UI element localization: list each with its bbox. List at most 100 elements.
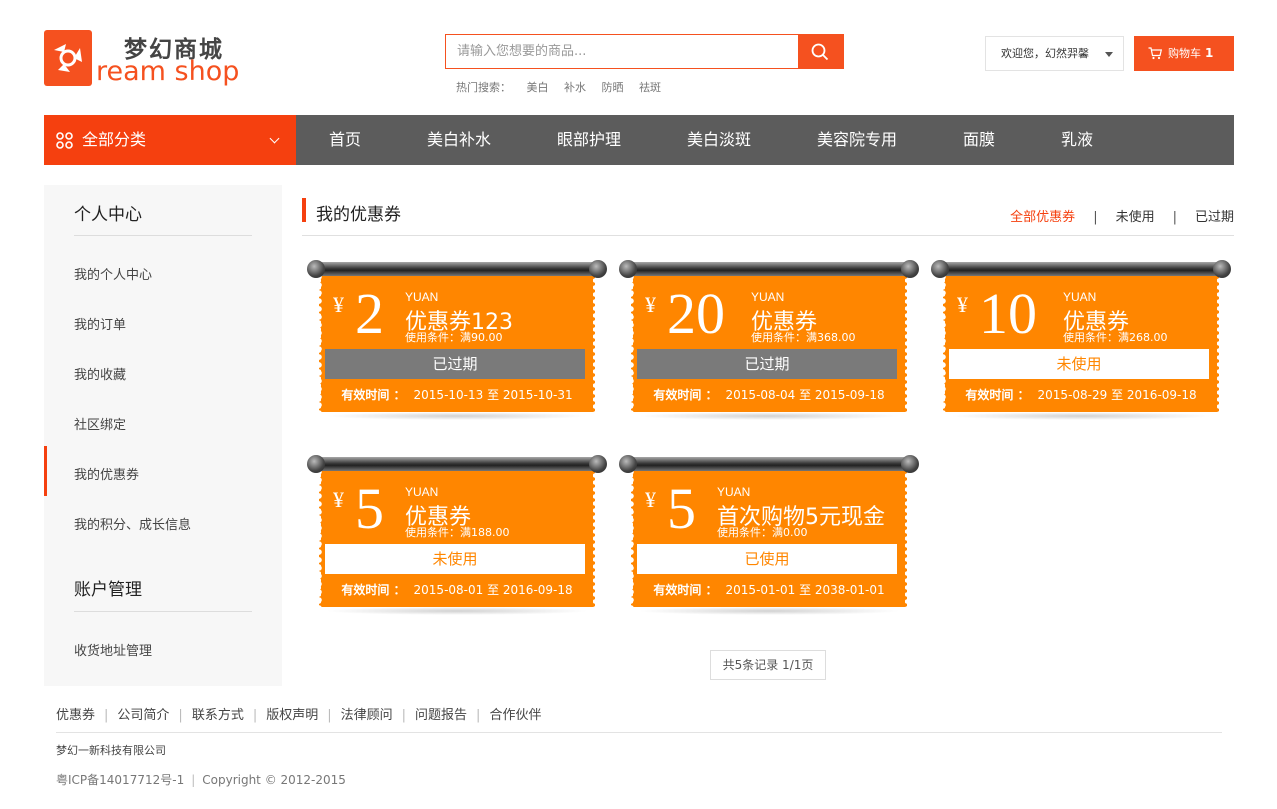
coupon-currency: ¥ xyxy=(333,487,344,512)
coupon-body: ¥ 20 YUAN 优惠券 使用条件：满368.00 已过期 有效时间 ： 201… xyxy=(629,270,909,412)
sidebar-section-title: 账户管理 xyxy=(74,580,142,600)
sidebar: 个人中心 我的个人中心 我的订单 我的收藏 社区绑定 我的优惠券 我的积分、成长… xyxy=(44,185,282,686)
coupon-rod xyxy=(619,455,919,473)
hot-search: 热门搜索： 美白 补水 防晒 祛斑 xyxy=(456,79,673,95)
coupon-unit: YUAN xyxy=(405,485,439,499)
coupon-amount: 5 xyxy=(355,476,384,541)
validity-label: 有效时间 ： xyxy=(341,583,406,597)
chevron-down-icon xyxy=(269,133,280,144)
search-icon xyxy=(811,43,829,61)
footer-link[interactable]: 问题报告 xyxy=(415,708,467,723)
coupon-unit: YUAN xyxy=(1063,290,1097,304)
coupon-body: ¥ 5 YUAN 优惠券 使用条件：满188.00 未使用 有效时间 ： 2015… xyxy=(317,465,597,607)
nav-item-salon[interactable]: 美容院专用 xyxy=(817,115,897,165)
coupon-status[interactable]: 未使用 xyxy=(325,544,585,574)
coupon-condition: 使用条件：满268.00 xyxy=(1063,331,1168,344)
coupon-currency: ¥ xyxy=(333,292,344,317)
active-indicator xyxy=(44,446,47,496)
validity-range: 2015-08-04 至 2015-09-18 xyxy=(725,388,885,402)
nav-item-home[interactable]: 首页 xyxy=(329,115,361,165)
hot-keyword[interactable]: 美白 xyxy=(527,81,549,94)
coupon-body: ¥ 2 YUAN 优惠券123 使用条件：满90.00 已过期 有效时间 ： 20… xyxy=(317,270,597,412)
hot-keyword[interactable]: 防晒 xyxy=(602,81,624,94)
coupon-validity: 有效时间 ： 2015-01-01 至 2038-01-01 xyxy=(631,581,907,598)
filter-unused[interactable]: 未使用 xyxy=(1116,210,1155,225)
footer-link[interactable]: 合作伙伴 xyxy=(489,708,541,723)
coupon-rod xyxy=(931,260,1231,278)
icp-number: 粤ICP备14017712号-1 xyxy=(56,773,185,787)
coupon-rod xyxy=(307,260,607,278)
validity-range: 2015-08-29 至 2016-09-18 xyxy=(1037,388,1197,402)
all-categories-button[interactable]: 全部分类 xyxy=(44,115,296,165)
nav-item-lotion[interactable]: 乳液 xyxy=(1061,115,1093,165)
footer-link[interactable]: 公司简介 xyxy=(117,708,169,723)
coupon-status[interactable]: 已过期 xyxy=(325,349,585,379)
coupon-condition: 使用条件：满90.00 xyxy=(405,331,503,344)
nav-item-whitening-hydration[interactable]: 美白补水 xyxy=(427,115,491,165)
title-accent xyxy=(302,198,306,222)
coupon-status[interactable]: 已过期 xyxy=(637,349,897,379)
cart-button[interactable]: 购物车 1 xyxy=(1134,36,1234,71)
user-menu[interactable]: 欢迎您，幻然羿馨 xyxy=(985,36,1124,71)
coupon-currency: ¥ xyxy=(645,292,656,317)
validity-label: 有效时间 ： xyxy=(653,388,718,402)
validity-range: 2015-01-01 至 2038-01-01 xyxy=(725,583,885,597)
logo-mark-icon xyxy=(44,30,92,86)
divider xyxy=(56,732,1222,733)
coupon-status[interactable]: 未使用 xyxy=(949,349,1209,379)
filter-all[interactable]: 全部优惠券 xyxy=(1010,210,1075,225)
page-title: 我的优惠券 xyxy=(316,205,401,225)
footer-link[interactable]: 版权声明 xyxy=(266,708,318,723)
coupon-currency: ¥ xyxy=(957,292,968,317)
search-input[interactable] xyxy=(446,35,800,68)
coupon-card: ¥ 5 YUAN 优惠券 使用条件：满188.00 未使用 有效时间 ： 2015… xyxy=(307,455,607,615)
footer-link[interactable]: 法律顾问 xyxy=(341,708,393,723)
footer-link[interactable]: 联系方式 xyxy=(192,708,244,723)
company-name: 梦幻一新科技有限公司 xyxy=(56,744,166,757)
validity-label: 有效时间 ： xyxy=(965,388,1030,402)
coupon-rod xyxy=(619,260,919,278)
sidebar-item-coupons[interactable]: 我的优惠券 xyxy=(74,464,139,483)
hot-keyword[interactable]: 祛斑 xyxy=(639,81,661,94)
footer-link[interactable]: 优惠券 xyxy=(56,708,95,723)
coupon-unit: YUAN xyxy=(751,290,785,304)
filter-expired[interactable]: 已过期 xyxy=(1195,210,1234,225)
logo-text-en: ream shop xyxy=(96,56,240,87)
cart-label: 购物车 xyxy=(1168,47,1201,60)
sidebar-item-community[interactable]: 社区绑定 xyxy=(74,414,126,433)
coupon-unit: YUAN xyxy=(717,485,751,499)
hot-keyword[interactable]: 补水 xyxy=(564,81,586,94)
divider xyxy=(74,611,252,612)
main-nav: 全部分类 首页 美白补水 眼部护理 美白淡斑 美容院专用 面膜 乳液 xyxy=(44,115,1234,165)
divider xyxy=(74,235,252,236)
caret-down-icon xyxy=(1105,52,1113,57)
coupon-validity: 有效时间 ： 2015-10-13 至 2015-10-31 xyxy=(319,386,595,403)
sidebar-item-address[interactable]: 收货地址管理 xyxy=(74,640,152,659)
validity-label: 有效时间 ： xyxy=(653,583,718,597)
coupon-shadow xyxy=(637,412,901,420)
nav-item-eye-care[interactable]: 眼部护理 xyxy=(557,115,621,165)
sidebar-item-points[interactable]: 我的积分、成长信息 xyxy=(74,514,191,533)
coupon-unit: YUAN xyxy=(405,290,439,304)
hot-search-label: 热门搜索： xyxy=(456,81,511,94)
nav-item-whitening-spots[interactable]: 美白淡斑 xyxy=(687,115,751,165)
coupon-amount: 20 xyxy=(667,281,725,346)
coupon-condition: 使用条件：满0.00 xyxy=(717,526,808,539)
coupon-filters: 全部优惠券 | 未使用 | 已过期 xyxy=(1010,210,1234,225)
coupon-status[interactable]: 已使用 xyxy=(637,544,897,574)
cart-icon xyxy=(1148,47,1162,60)
sidebar-item-favorites[interactable]: 我的收藏 xyxy=(74,364,126,383)
coupon-card: ¥ 20 YUAN 优惠券 使用条件：满368.00 已过期 有效时间 ： 201… xyxy=(619,260,919,420)
logo[interactable]: 梦幻商城 ream shop xyxy=(44,28,244,92)
cart-count: 1 xyxy=(1205,46,1214,60)
search-box xyxy=(445,34,844,69)
footer-links: 优惠券 | 公司简介 | 联系方式 | 版权声明 | 法律顾问 | 问题报告 | 合作伙伴 xyxy=(56,708,542,723)
sidebar-item-orders[interactable]: 我的订单 xyxy=(74,314,126,333)
copyright: Copyright © 2012-2015 xyxy=(202,773,346,787)
validity-range: 2015-08-01 至 2016-09-18 xyxy=(413,583,573,597)
coupon-condition: 使用条件：满368.00 xyxy=(751,331,856,344)
sidebar-item-personal-center[interactable]: 我的个人中心 xyxy=(74,264,152,283)
search-button[interactable] xyxy=(798,34,843,69)
nav-item-mask[interactable]: 面膜 xyxy=(963,115,995,165)
validity-label: 有效时间 ： xyxy=(341,388,406,402)
